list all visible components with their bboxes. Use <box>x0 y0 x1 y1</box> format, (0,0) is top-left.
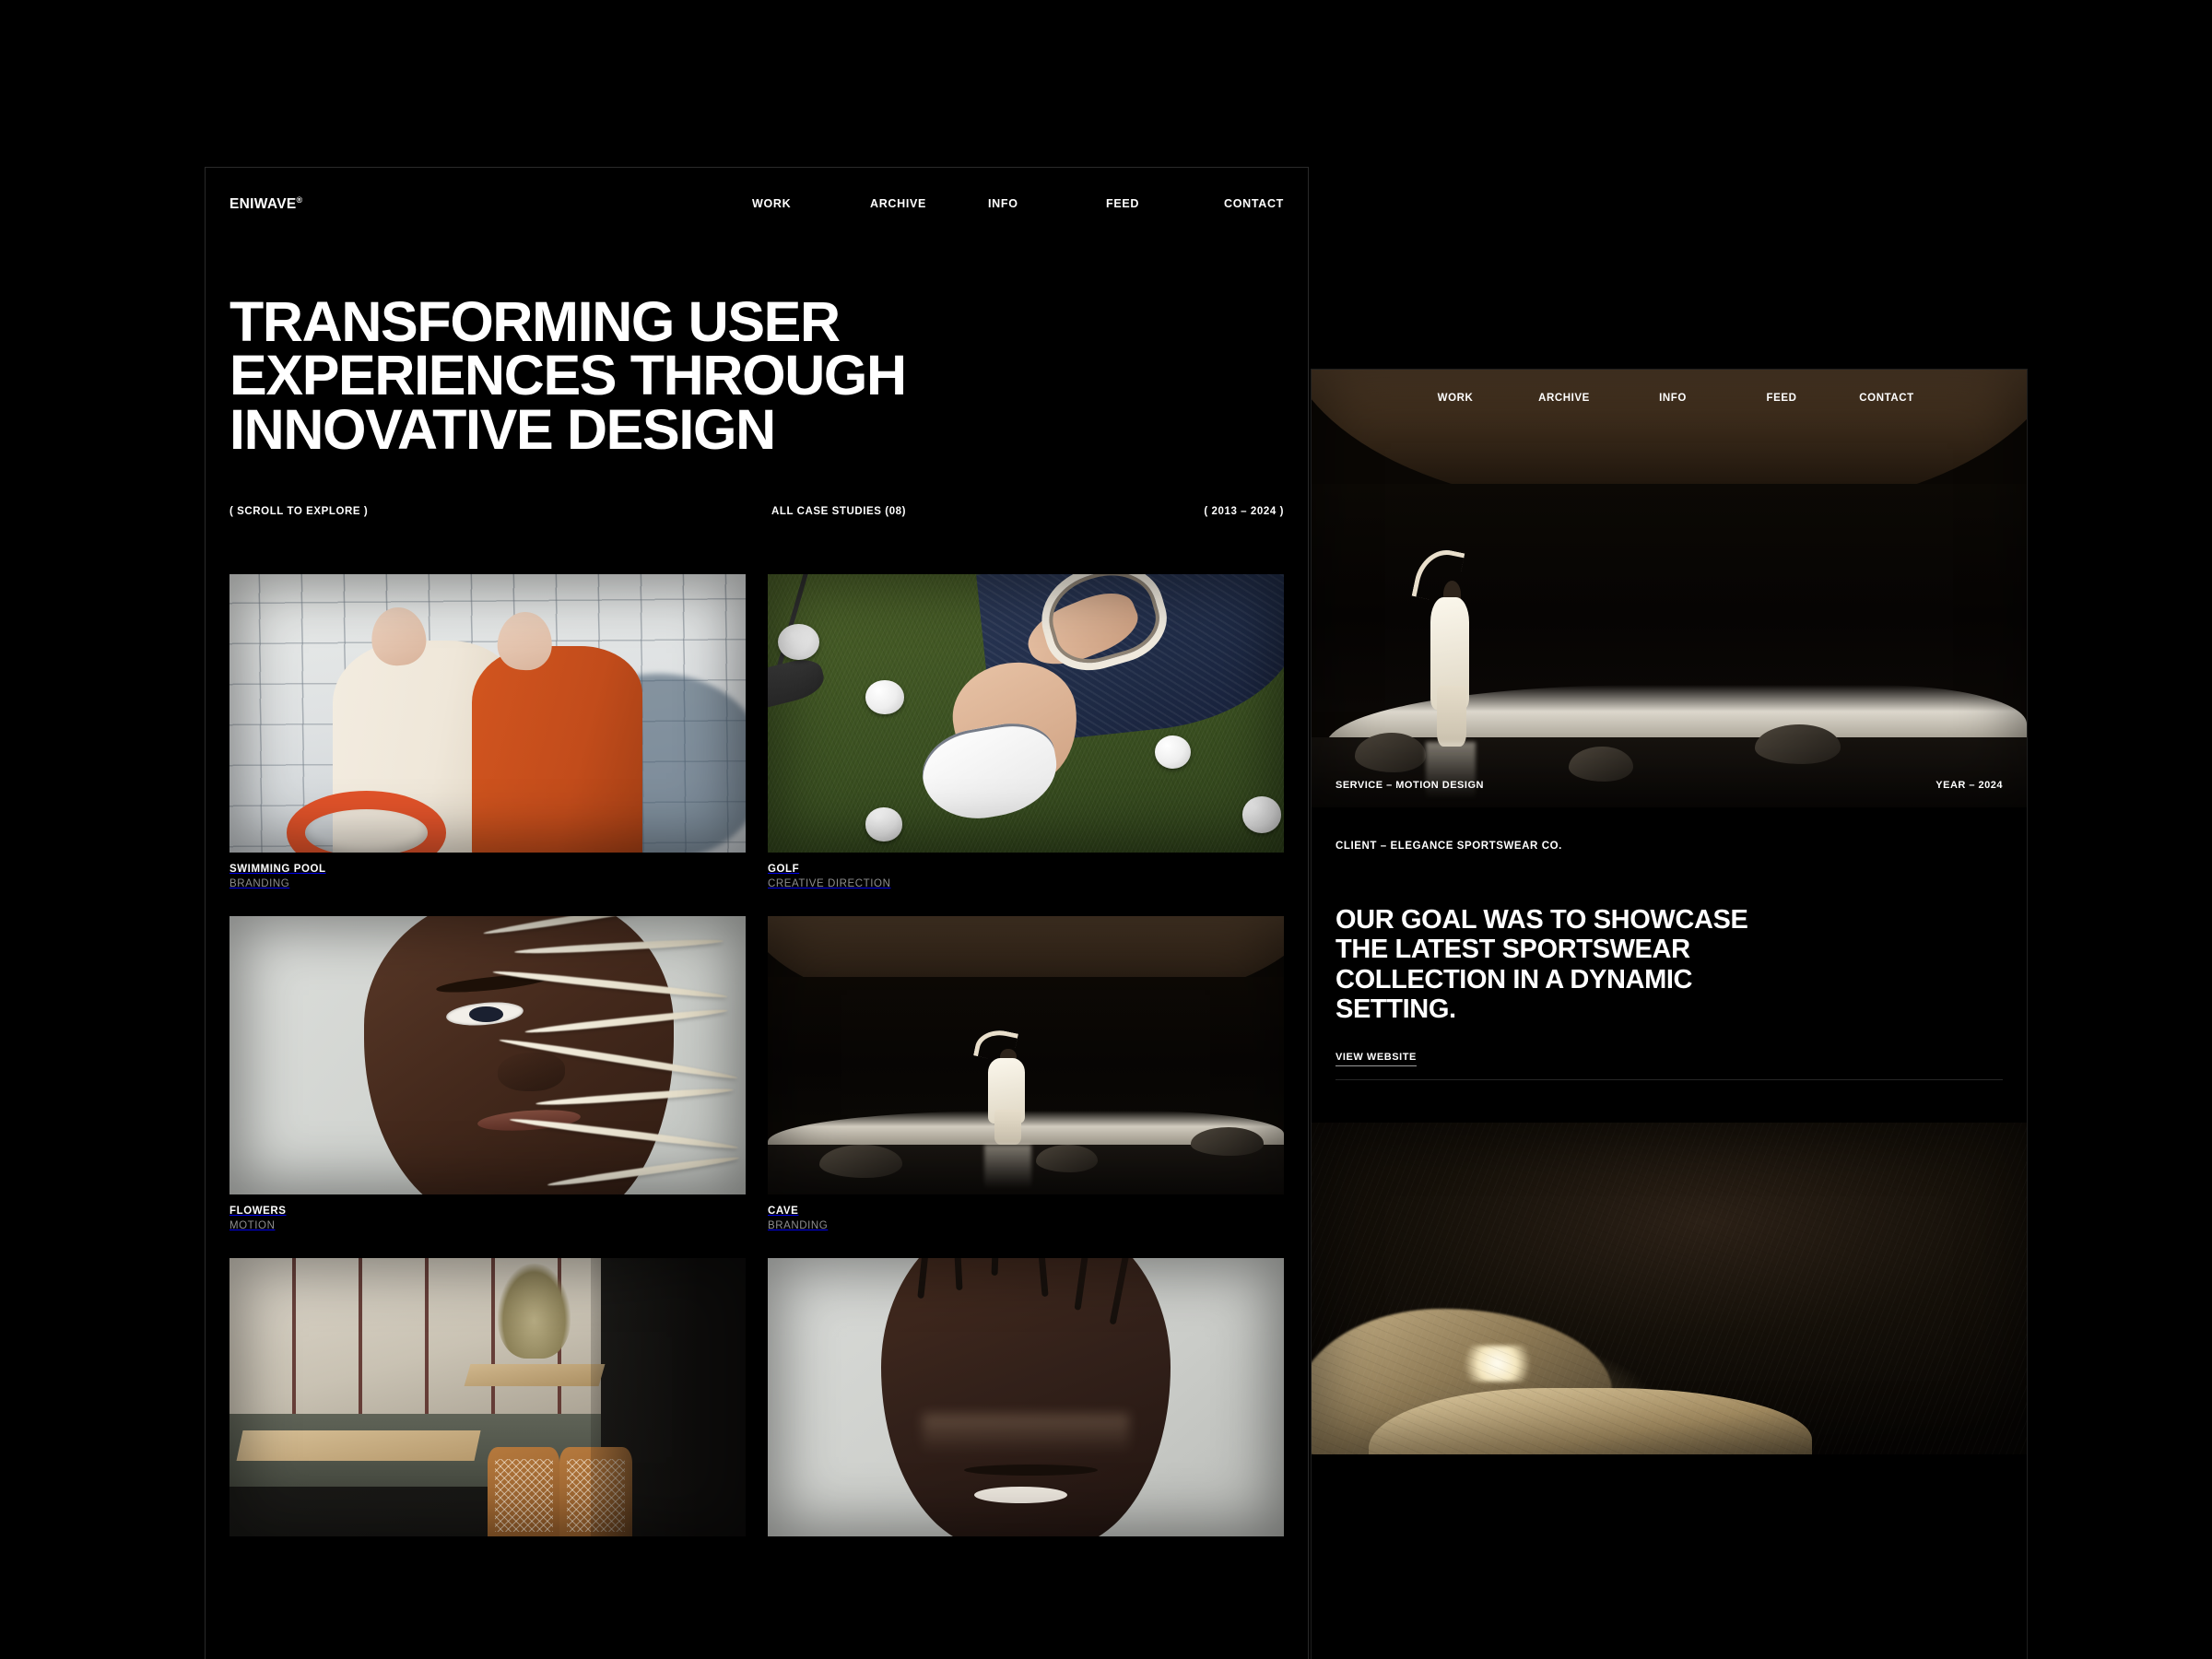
nav-item-info[interactable]: INFO <box>988 197 1106 210</box>
nav-item-archive[interactable]: ARCHIVE <box>870 197 988 210</box>
photo-restaurant-interior <box>229 1258 746 1537</box>
nav-item-feed[interactable]: FEED <box>1727 393 1836 404</box>
project-grid: SWIMMING POOL BRANDING GOLF CREATIVE DIR… <box>206 573 1308 1547</box>
case-study-body: CLIENT – ELEGANCE SPORTSWEAR CO. OUR GOA… <box>1312 841 2027 1081</box>
project-thumbnail-flowers[interactable] <box>229 915 746 1194</box>
hero-meta-row: ( SCROLL TO EXPLORE ) ALL CASE STUDIES (… <box>229 506 1284 517</box>
project-thumbnail-golf[interactable] <box>768 573 1284 853</box>
case-study-headline: OUR GOAL WAS TO SHOWCASE THE LATEST SPOR… <box>1335 905 1748 1024</box>
locs-group <box>871 1258 1191 1392</box>
project-card-swimming-pool[interactable]: SWIMMING POOL BRANDING <box>229 573 746 892</box>
photo-swimming-pool <box>229 573 746 853</box>
nav-item-contact[interactable]: CONTACT <box>1224 197 1284 210</box>
petals-group <box>482 915 746 1194</box>
project-caption: CAVE BRANDING <box>768 1194 1284 1234</box>
project-category: MOTION <box>229 1220 276 1232</box>
case-study-service-label: SERVICE – MOTION DESIGN <box>1335 780 1484 791</box>
project-category: BRANDING <box>229 878 290 890</box>
photo-cave-wide <box>1312 370 2027 807</box>
project-thumbnail-cave[interactable] <box>768 915 1284 1194</box>
project-card-restaurant[interactable] <box>229 1258 746 1547</box>
nav-item-contact[interactable]: CONTACT <box>1836 393 1937 404</box>
nav-item-work[interactable]: WORK <box>752 197 870 210</box>
project-caption <box>768 1536 1284 1547</box>
brand-logo[interactable]: ENIWAVE® <box>229 194 302 212</box>
case-study-hero-media: WORK ARCHIVE INFO FEED CONTACT SERVICE –… <box>1312 370 2027 807</box>
photo-cave-tunnel <box>1312 1123 2027 1455</box>
brand-name-text: ENIWAVE® <box>229 194 303 212</box>
case-study-secondary-media <box>1312 1123 2027 1455</box>
nav-item-work[interactable]: WORK <box>1401 393 1510 404</box>
view-website-link[interactable]: VIEW WEBSITE <box>1335 1052 1417 1067</box>
case-studies-count-label: ALL CASE STUDIES (08) <box>771 505 907 517</box>
project-category: BRANDING <box>768 1220 829 1232</box>
project-title: FLOWERS <box>229 1205 287 1217</box>
project-card-flowers[interactable]: FLOWERS MOTION <box>229 915 746 1234</box>
section-divider <box>1335 1079 2003 1081</box>
project-caption: GOLF CREATIVE DIRECTION <box>768 853 1284 892</box>
project-thumbnail-restaurant[interactable] <box>229 1258 746 1537</box>
hero-section: TRANSFORMING USER EXPERIENCES THROUGH IN… <box>206 240 1308 517</box>
case-study-meta-overlay: SERVICE – MOTION DESIGN YEAR – 2024 <box>1312 780 2027 791</box>
photo-cave <box>768 915 1284 1194</box>
project-category: CREATIVE DIRECTION <box>768 878 891 890</box>
photo-portrait <box>768 1258 1284 1537</box>
photo-golf <box>768 573 1284 853</box>
project-title: SWIMMING POOL <box>229 863 326 875</box>
project-card-portrait[interactable] <box>768 1258 1284 1547</box>
nav-links: WORK ARCHIVE INFO FEED CONTACT <box>1401 393 1937 404</box>
nav-links: WORK ARCHIVE INFO FEED CONTACT <box>752 197 1284 210</box>
case-study-window: WORK ARCHIVE INFO FEED CONTACT SERVICE –… <box>1311 369 2028 1659</box>
project-title: CAVE <box>768 1205 799 1217</box>
project-card-golf[interactable]: GOLF CREATIVE DIRECTION <box>768 573 1284 892</box>
page-title: TRANSFORMING USER EXPERIENCES THROUGH IN… <box>229 290 907 461</box>
photo-flowers <box>229 915 746 1194</box>
project-thumbnail-swimming-pool[interactable] <box>229 573 746 853</box>
year-range-label: ( 2013 – 2024 ) <box>1204 505 1284 517</box>
case-study-navigation-bar: WORK ARCHIVE INFO FEED CONTACT <box>1312 370 2027 427</box>
project-caption: SWIMMING POOL BRANDING <box>229 853 746 892</box>
registered-trademark-icon: ® <box>296 194 303 205</box>
screenshot-canvas: ENIWAVE® WORK ARCHIVE INFO FEED CONTACT … <box>0 0 2212 1659</box>
primary-navigation-bar: ENIWAVE® WORK ARCHIVE INFO FEED CONTACT <box>206 168 1308 240</box>
project-caption <box>229 1536 746 1547</box>
project-card-cave[interactable]: CAVE BRANDING <box>768 915 1284 1234</box>
project-thumbnail-portrait[interactable] <box>768 1258 1284 1537</box>
scroll-hint-label: ( SCROLL TO EXPLORE ) <box>229 505 369 517</box>
nav-item-archive[interactable]: ARCHIVE <box>1510 393 1618 404</box>
project-title: GOLF <box>768 863 800 875</box>
nav-item-feed[interactable]: FEED <box>1106 197 1224 210</box>
case-study-year-label: YEAR – 2024 <box>1936 780 2003 791</box>
project-caption: FLOWERS MOTION <box>229 1194 746 1234</box>
case-study-client-label: CLIENT – ELEGANCE SPORTSWEAR CO. <box>1335 841 1562 852</box>
nav-item-info[interactable]: INFO <box>1618 393 1727 404</box>
portfolio-home-window: ENIWAVE® WORK ARCHIVE INFO FEED CONTACT … <box>205 167 1309 1659</box>
